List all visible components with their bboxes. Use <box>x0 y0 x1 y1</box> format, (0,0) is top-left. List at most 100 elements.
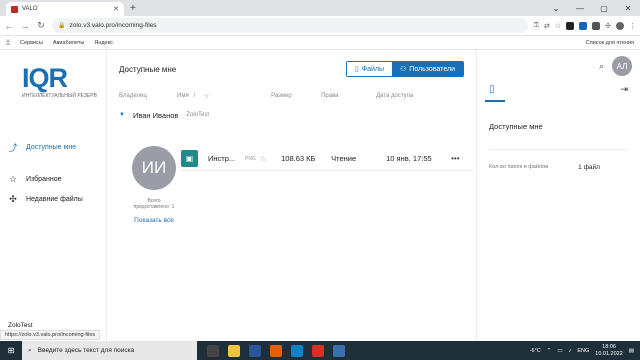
key-icon[interactable]: ⚿ <box>534 22 539 30</box>
reload-icon[interactable]: ↻ <box>36 20 46 31</box>
panel-stat: Кол-во папок и файлов 1 файл <box>489 164 640 171</box>
col-date[interactable]: Дата доступа <box>376 93 413 99</box>
address-bar-row: ← → ↻ 🔒 zolo.v3.valo.pro/incoming-files … <box>0 16 640 36</box>
edge-icon[interactable] <box>291 344 303 357</box>
file-explorer-icon[interactable] <box>228 344 240 357</box>
clock-date: 10.01.2022 <box>595 350 623 357</box>
logo-subtitle: ИНТЕЛЛЕКТУАЛЬНЫЙ РЕЗЕРВ <box>22 93 97 99</box>
language[interactable]: ENG <box>577 348 589 354</box>
stat-key: Кол-во папок и файлов <box>489 164 549 170</box>
browser-tabstrip: VALO ✕ + ⌄ — ▢ ✕ <box>0 0 640 16</box>
file-rights: Чтение <box>331 154 357 163</box>
extension-icon[interactable] <box>592 21 601 30</box>
star-filter-icon[interactable]: ☆ <box>204 93 209 100</box>
sidebar-item-shared[interactable]: ⤴ Доступные мне <box>0 140 106 154</box>
owner-meta: Всего предоставлено: 1 <box>119 198 189 210</box>
tray-arrow-icon[interactable]: ⌃ <box>547 348 552 354</box>
favorite-star-icon[interactable]: ☆ <box>260 155 266 163</box>
browser-tab[interactable]: VALO ✕ <box>6 2 124 16</box>
new-tab-button[interactable]: + <box>130 2 136 16</box>
view-toggle: ▯ Файлы ⚇ Пользователи <box>345 61 464 77</box>
divider <box>489 149 628 150</box>
clock[interactable]: 18:06 10.01.2022 <box>595 344 623 358</box>
collapse-panel-icon[interactable]: ⇥ <box>620 84 628 95</box>
logo-mark: IQR <box>22 63 68 93</box>
volume-icon[interactable]: ♪ <box>569 348 572 354</box>
more-options-icon[interactable]: ••• <box>451 154 459 163</box>
lock-icon: 🔒 <box>58 23 66 29</box>
notifications-icon[interactable]: ▤ <box>629 348 634 354</box>
col-name[interactable]: Имя <box>177 93 189 99</box>
maximize-icon[interactable]: ▢ <box>592 0 616 16</box>
firefox-icon[interactable] <box>270 344 282 357</box>
translate-icon[interactable]: ⇄ <box>544 22 550 30</box>
col-owner[interactable]: Владелец <box>119 93 177 99</box>
network-icon[interactable]: ▭ <box>557 348 562 354</box>
panel-tabs: ▯ ⇥ <box>477 78 640 100</box>
extension-icon[interactable] <box>566 21 575 30</box>
file-row[interactable]: ▣ Инстр... PNG ☆ 108.63 КБ Чтение 10 янв… <box>181 147 473 171</box>
search-icon: ⌕ <box>28 346 32 354</box>
owner-workspace: ZoloTest <box>186 112 210 118</box>
back-icon[interactable]: ← <box>4 21 14 31</box>
owner-name: Иван Иванов <box>132 110 179 120</box>
chevron-down-icon[interactable]: ⌄ <box>544 0 568 16</box>
windows-start-icon[interactable]: ⊞ <box>0 346 22 355</box>
caret-down-icon[interactable]: ▼ <box>119 112 125 118</box>
owner-meta-line: предоставлено: 1 <box>133 204 175 210</box>
weather[interactable]: -6°C <box>530 348 541 354</box>
url-input[interactable]: 🔒 zolo.v3.valo.pro/incoming-files <box>52 18 528 33</box>
workspace-name[interactable]: ZoloTest <box>8 322 33 329</box>
col-size[interactable]: Размер <box>271 93 321 99</box>
clock-time: 18:06 <box>602 343 616 350</box>
image-file-icon: ▣ <box>181 150 198 167</box>
apps-grid-icon[interactable]: ⣿ <box>6 40 10 46</box>
teams-icon[interactable] <box>249 344 261 357</box>
bookmark-flights[interactable]: Авиабилеты <box>53 40 85 46</box>
files-button[interactable]: ▯ Файлы <box>346 62 393 76</box>
close-tab-icon[interactable]: ✕ <box>113 5 119 13</box>
forward-icon[interactable]: → <box>20 21 30 31</box>
users-button[interactable]: ⚇ Пользователи <box>392 62 463 76</box>
minimize-icon[interactable]: — <box>568 0 592 16</box>
active-tab-indicator <box>485 100 505 102</box>
bookmark-yandex[interactable]: Яндекс <box>94 40 113 46</box>
puzzle-icon[interactable]: ✣ <box>605 22 611 30</box>
taskbar-search-input[interactable]: ⌕ Введите здесь текст для поиска <box>22 341 197 360</box>
menu-icon[interactable]: ⋮ <box>629 22 636 30</box>
profile-avatar[interactable] <box>616 21 624 30</box>
file-name[interactable]: Инстр... <box>208 154 242 163</box>
panel-title: Доступные мне <box>489 122 543 131</box>
stat-value: 1 файл <box>578 164 600 171</box>
extension-icon[interactable] <box>579 21 588 30</box>
sidebar-item-favorites[interactable]: ☆ Избранное <box>0 172 106 186</box>
logo[interactable]: IQR ИНТЕЛЛЕКТУАЛЬНЫЙ РЕЗЕРВ <box>22 64 106 100</box>
bookmark-star-icon[interactable]: ☆ <box>555 22 561 30</box>
users-label: Пользователи <box>409 65 455 73</box>
column-headers: Владелец Имя ↑ ☆ Размер Права Дата досту… <box>107 88 476 104</box>
col-rights[interactable]: Права <box>321 93 376 99</box>
app-icon[interactable] <box>333 344 345 357</box>
sidebar-item-label: Избранное <box>26 175 62 183</box>
user-avatar[interactable]: АЛ <box>612 56 632 76</box>
document-tab-icon[interactable]: ▯ <box>489 84 495 95</box>
file-ext: PNG <box>245 155 256 162</box>
bookmark-services[interactable]: Сервисы <box>20 40 43 46</box>
close-window-icon[interactable]: ✕ <box>616 0 640 16</box>
sort-asc-icon[interactable]: ↑ <box>193 93 196 99</box>
task-view-icon[interactable] <box>207 344 219 357</box>
owner-group[interactable]: ▼ Иван Иванов ZoloTest <box>107 104 476 126</box>
document-icon: ▯ <box>354 66 359 73</box>
star-icon: ☆ <box>8 173 18 184</box>
chrome-icon[interactable] <box>312 344 324 357</box>
avatar[interactable]: ИИ <box>132 146 176 190</box>
bookmarks-bar: ⣿ Сервисы Авиабилеты Яндекс Список для ч… <box>0 36 640 50</box>
reading-list[interactable]: Список для чтения <box>586 40 634 46</box>
search-icon[interactable]: ⌕ <box>599 61 604 72</box>
system-tray: -6°C ⌃ ▭ ♪ ENG 18:06 10.01.2022 ▤ <box>530 344 640 358</box>
url-text: zolo.v3.valo.pro/incoming-files <box>69 22 157 29</box>
sidebar-item-recent[interactable]: ✣ Недавние файлы <box>0 192 106 206</box>
window-controls: ⌄ — ▢ ✕ <box>544 0 640 16</box>
show-all-link[interactable]: Показать все <box>119 217 189 224</box>
valo-favicon-icon <box>11 5 18 13</box>
